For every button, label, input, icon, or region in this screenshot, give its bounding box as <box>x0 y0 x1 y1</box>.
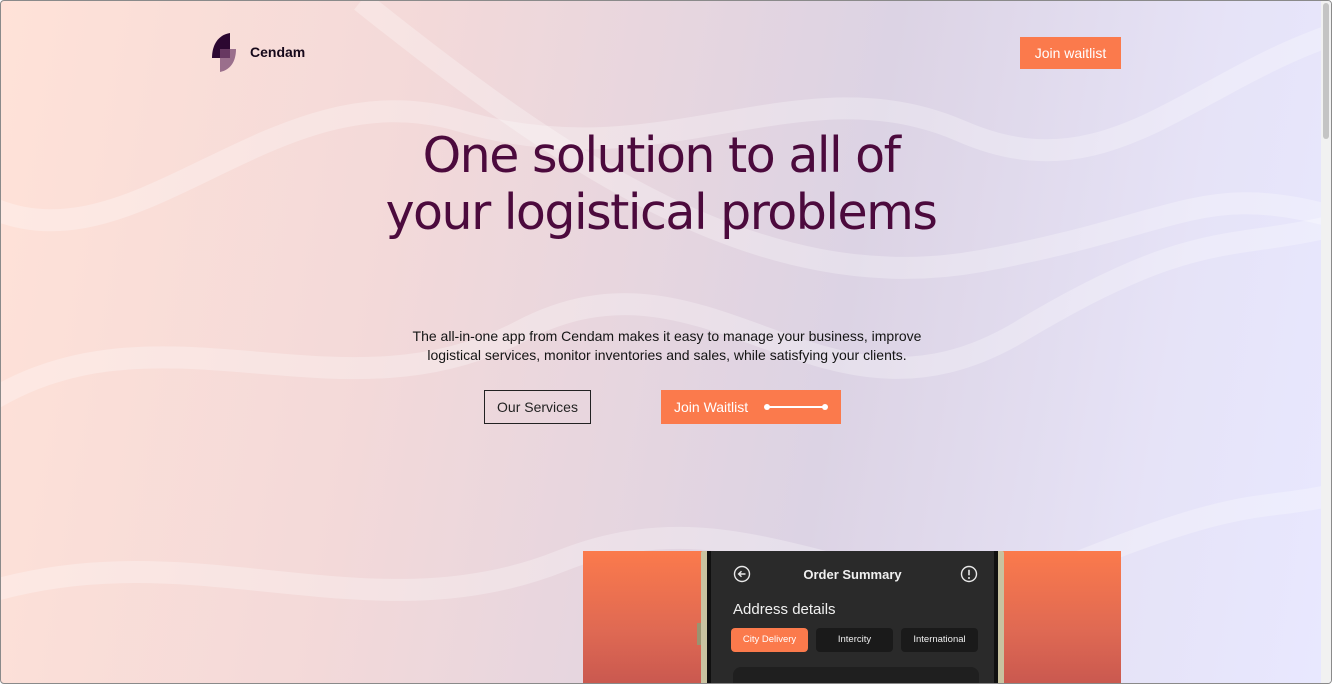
app-preview-panel: Order Summary Address details City Deliv… <box>583 551 1121 683</box>
page-scrollbar[interactable] <box>1321 1 1331 683</box>
phone-screen: Order Summary Address details City Deliv… <box>711 551 994 683</box>
phone-side-button <box>697 623 701 645</box>
address-details-heading: Address details <box>733 601 836 618</box>
scrollbar-thumb[interactable] <box>1323 3 1329 139</box>
tab-intercity[interactable]: Intercity <box>816 628 893 652</box>
our-services-button[interactable]: Our Services <box>484 390 591 424</box>
brand-name: Cendam <box>250 44 306 60</box>
join-waitlist-nav-button[interactable]: Join waitlist <box>1020 37 1121 69</box>
address-card[interactable] <box>733 667 979 683</box>
cendam-logo[interactable] <box>208 32 242 76</box>
tab-city-delivery[interactable]: City Delivery <box>731 628 808 652</box>
join-waitlist-label: Join Waitlist <box>674 399 749 415</box>
hero-headline: One solution to all of your logistical p… <box>385 127 938 241</box>
hero-subtitle: The all-in-one app from Cendam makes it … <box>412 328 922 363</box>
info-icon[interactable] <box>960 565 978 583</box>
phone-mockup: Order Summary Address details City Deliv… <box>697 551 1004 683</box>
tab-international[interactable]: International <box>901 628 978 652</box>
order-summary-title: Order Summary <box>803 567 902 582</box>
join-waitlist-hero-button[interactable]: Join Waitlist <box>661 390 841 424</box>
arrow-line-icon <box>764 404 828 410</box>
page-frame: Cendam Join waitlist One solution to all… <box>0 0 1332 684</box>
